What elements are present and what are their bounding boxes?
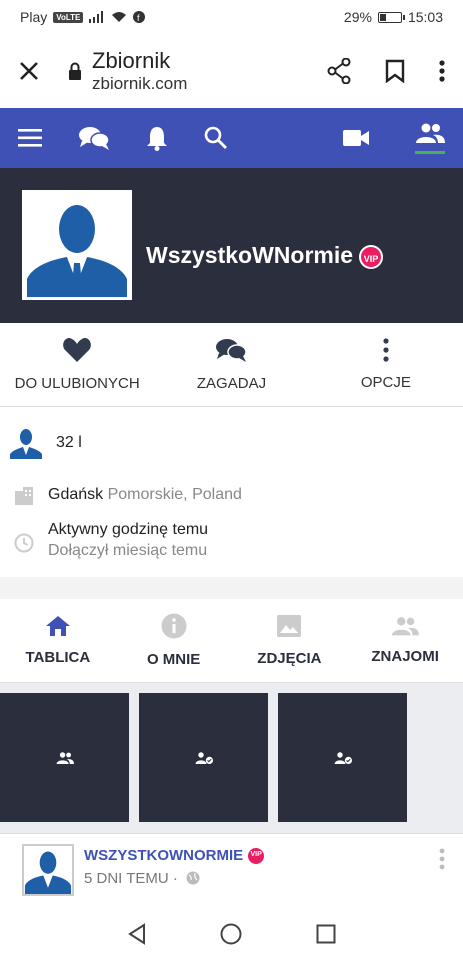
globe-icon: [186, 871, 200, 885]
heart-icon: [63, 338, 92, 362]
close-icon[interactable]: [18, 60, 40, 82]
friend-check-icon: [195, 751, 213, 764]
favorite-label: DO ULUBIONYCH: [14, 375, 140, 392]
post-menu-button[interactable]: [439, 848, 445, 875]
vip-badge: VIP: [247, 847, 266, 866]
age-value: 32 l: [56, 434, 82, 451]
video-icon[interactable]: [343, 129, 369, 147]
back-icon[interactable]: [127, 923, 147, 945]
tab-about-label: O MNIE: [146, 651, 201, 668]
wifi-icon: [112, 12, 127, 22]
friend-check-icon: [334, 751, 352, 764]
friends-nav-button[interactable]: [415, 123, 445, 154]
facebook-icon: f: [133, 11, 146, 23]
joined-date: Dołączył miesiąc temu: [48, 542, 208, 559]
tab-friends-label: ZNAJOMI: [371, 648, 439, 665]
profile-actions: DO ULUBIONYCH ZAGADAJ OPCJE: [0, 323, 463, 407]
default-avatar-icon: [24, 851, 72, 894]
friends-icon: [416, 123, 445, 143]
friends-icon: [392, 617, 420, 636]
home-circle-icon[interactable]: [220, 923, 242, 945]
city-name: Gdańsk: [48, 486, 104, 503]
volte-badge: VoLTE: [53, 11, 84, 23]
profile-tabs: TABLICA O MNIE ZDJĘCIA ZNAJOMI: [0, 599, 463, 683]
thumbnail[interactable]: [0, 693, 129, 822]
profile-avatar[interactable]: [22, 190, 132, 300]
region-name: Pomorskie, Poland: [107, 486, 242, 503]
city-icon: [15, 487, 33, 505]
page-url: zbiornik.com: [92, 74, 188, 93]
tab-about[interactable]: O MNIE: [116, 599, 232, 682]
tab-wall-label: TABLICA: [25, 649, 91, 666]
favorite-button[interactable]: DO ULUBIONYCH: [0, 323, 154, 406]
tab-friends[interactable]: ZNAJOMI: [347, 599, 463, 682]
search-icon[interactable]: [204, 126, 228, 150]
options-button[interactable]: OPCJE: [309, 323, 463, 406]
thumbnail[interactable]: [139, 693, 268, 822]
messages-icon[interactable]: [78, 125, 110, 151]
carrier-label: Play: [20, 9, 48, 25]
tab-photos-label: ZDJĘCIA: [257, 650, 322, 667]
post-author[interactable]: WSZYSTKOWNORMIE: [84, 847, 243, 864]
notifications-icon[interactable]: [146, 125, 168, 151]
thumbnail[interactable]: [278, 693, 407, 822]
share-icon[interactable]: [327, 58, 351, 84]
options-label: OPCJE: [360, 374, 411, 391]
menu-icon[interactable]: [18, 129, 42, 147]
chat-icon: [216, 339, 248, 362]
more-vert-icon: [439, 848, 445, 870]
avatar[interactable]: [22, 844, 74, 896]
clock-icon: [14, 533, 34, 553]
bookmark-icon[interactable]: [385, 59, 405, 83]
more-vert-icon: [383, 338, 389, 362]
section-divider: [0, 577, 463, 599]
tab-photos[interactable]: ZDJĘCIA: [232, 599, 348, 682]
home-icon: [45, 616, 70, 636]
site-navbar: [0, 108, 463, 168]
info-icon: [161, 613, 187, 639]
profile-info-card: 32 l Gdańsk Pomorskie, Poland Aktywny go…: [0, 407, 463, 577]
last-active: Aktywny godzinę temu: [48, 521, 209, 538]
battery-percent: 29%: [343, 9, 372, 25]
profile-header: WszystkoWNormie VIP: [0, 168, 463, 323]
signal-icon: [89, 11, 104, 23]
status-bar: Play VoLTE f 29% 15:03: [0, 0, 463, 34]
friends-icon: [56, 751, 74, 764]
address-area[interactable]: Zbiornik zbiornik.com: [68, 48, 187, 94]
battery-icon: [377, 11, 405, 23]
browser-toolbar: Zbiornik zbiornik.com: [0, 34, 463, 108]
more-vert-icon[interactable]: [439, 60, 445, 82]
lock-icon: [69, 62, 81, 80]
system-navigation: [0, 908, 463, 960]
tab-wall[interactable]: TABLICA: [0, 599, 116, 682]
page-title: Zbiornik: [92, 48, 171, 73]
profile-username: WszystkoWNormie: [146, 242, 354, 268]
post-time: 5 DNI TEMU ·: [84, 870, 178, 887]
clock: 15:03: [407, 9, 443, 25]
default-avatar-icon: [25, 193, 129, 297]
wall-post: WSZYSTKOWNORMIE VIP 5 DNI TEMU ·: [0, 833, 463, 908]
vip-badge: VIP: [359, 244, 384, 269]
image-icon: [277, 615, 302, 637]
wall-thumbnails: [0, 683, 463, 833]
user-male-icon: [10, 429, 42, 459]
chat-label: ZAGADAJ: [196, 375, 267, 392]
recents-icon[interactable]: [316, 924, 336, 944]
chat-button[interactable]: ZAGADAJ: [154, 323, 308, 406]
